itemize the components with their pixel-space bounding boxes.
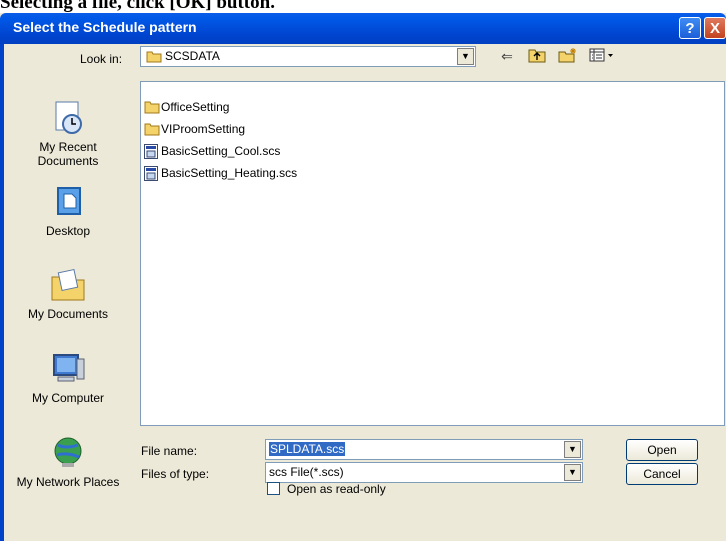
file-type-label: Files of type:	[141, 467, 210, 481]
document-icon	[144, 144, 158, 159]
file-name-value: SPLDATA.scs	[269, 442, 346, 456]
folder-icon	[146, 51, 162, 63]
look-in-dropdown[interactable]: SCSDATA ▼	[140, 46, 476, 67]
folder-icon	[144, 123, 160, 136]
place-label: Desktop	[45, 224, 91, 238]
file-name-label: File name:	[141, 444, 198, 458]
place-desktop[interactable]: Desktop	[8, 182, 128, 238]
place-label: My Network Places	[16, 475, 120, 489]
up-folder-icon[interactable]	[527, 47, 547, 65]
window-frame-left	[0, 44, 4, 541]
desktop-icon	[57, 187, 81, 215]
place-label: My Recent Documents	[37, 140, 99, 168]
chevron-down-icon[interactable]: ▼	[564, 441, 581, 458]
place-my-computer[interactable]: My Computer	[8, 349, 128, 405]
read-only-checkbox[interactable]	[267, 482, 280, 495]
close-button[interactable]: X	[704, 17, 726, 39]
file-name: OfficeSetting	[161, 100, 230, 114]
file-type-value: scs File(*.scs)	[269, 465, 344, 479]
look-in-label: Look in:	[80, 52, 123, 66]
read-only-label: Open as read-only	[287, 482, 386, 496]
chevron-down-icon[interactable]: ▼	[564, 464, 581, 481]
network-places-icon	[54, 437, 82, 467]
title-bar: Select the Schedule pattern ? X	[0, 13, 726, 44]
file-type-dropdown[interactable]: scs File(*.scs) ▼	[265, 462, 583, 483]
file-name: BasicSetting_Cool.scs	[161, 144, 281, 158]
chevron-down-icon[interactable]: ▼	[457, 48, 474, 65]
folder-icon	[144, 101, 160, 114]
cancel-button[interactable]: Cancel	[626, 463, 698, 485]
place-network[interactable]: My Network Places	[8, 433, 128, 489]
file-name: VIProomSetting	[161, 122, 246, 136]
document-icon	[144, 166, 158, 181]
file-name-input[interactable]: SPLDATA.scs ▼	[265, 439, 583, 460]
look-in-value: SCSDATA	[165, 49, 220, 63]
open-button[interactable]: Open	[626, 439, 698, 461]
my-documents-icon	[51, 268, 85, 301]
help-button[interactable]: ?	[679, 17, 701, 39]
recent-documents-icon	[55, 101, 82, 134]
new-folder-icon[interactable]	[557, 47, 579, 65]
view-menu-icon[interactable]	[588, 47, 618, 65]
place-label: My Documents	[27, 307, 109, 321]
dialog-title: Select the Schedule pattern	[13, 19, 197, 35]
back-icon[interactable]: ⇐	[498, 47, 516, 65]
place-recent-documents[interactable]: My Recent Documents	[8, 98, 128, 168]
file-name: BasicSetting_Heating.scs	[161, 166, 298, 180]
my-computer-icon	[53, 354, 85, 382]
file-list[interactable]: OfficeSetting VIProomSetting BasicSettin…	[140, 81, 725, 426]
place-my-documents[interactable]: My Documents	[8, 265, 128, 321]
place-label: My Computer	[31, 391, 105, 405]
